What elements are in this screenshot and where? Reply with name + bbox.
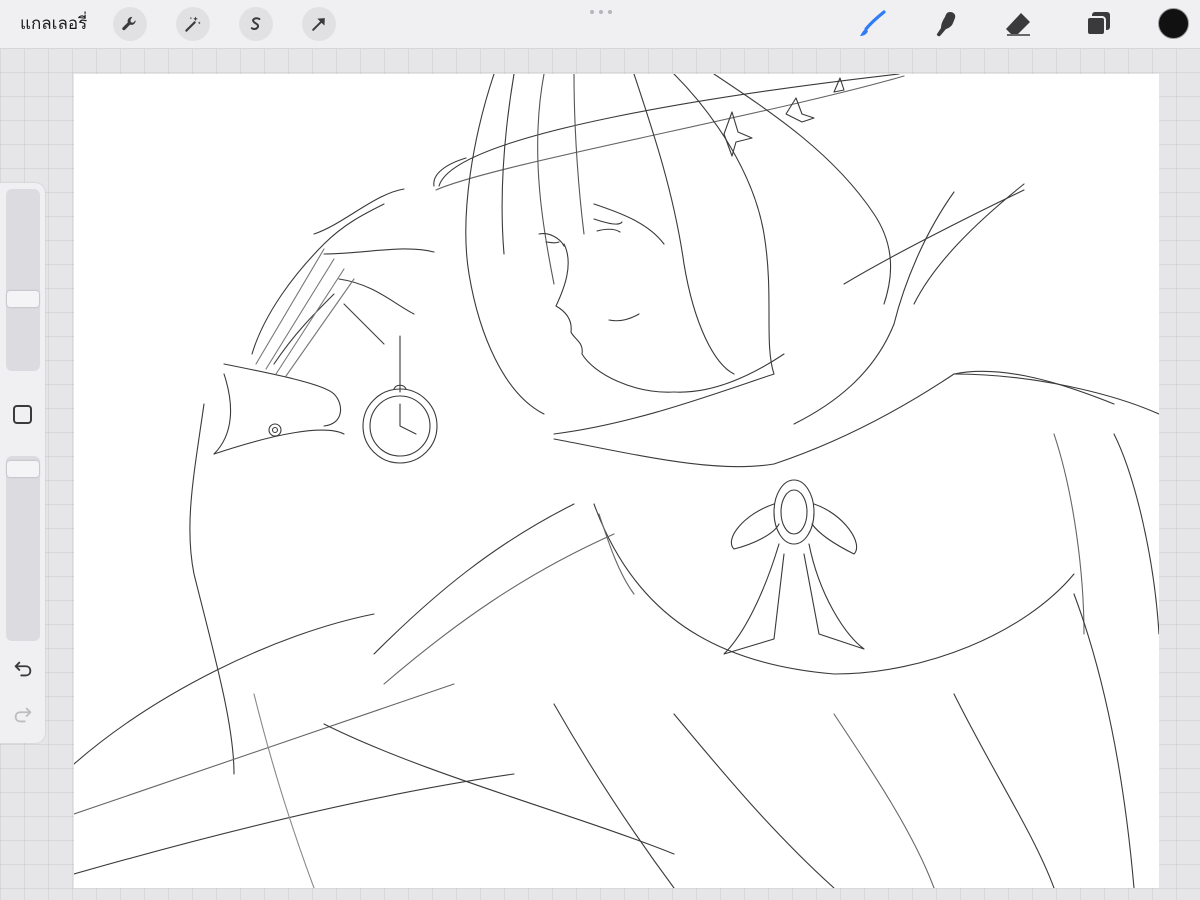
- gallery-link[interactable]: แกลเลอรี่: [20, 10, 87, 38]
- brush-icon: [860, 10, 886, 36]
- transform-button[interactable]: [302, 7, 336, 41]
- opacity-slider[interactable]: [6, 456, 40, 641]
- layers-tool-button[interactable]: [1080, 6, 1116, 42]
- selection-button[interactable]: [239, 7, 273, 41]
- magic-wand-icon: [185, 16, 201, 32]
- color-swatch[interactable]: [1158, 8, 1189, 39]
- arrow-cursor-icon: [312, 18, 325, 31]
- toolbar-grabber[interactable]: [590, 10, 612, 14]
- brush-size-slider[interactable]: [6, 189, 40, 371]
- redo-icon: [14, 707, 32, 723]
- layers-icon: [1086, 12, 1110, 36]
- actions-button[interactable]: [113, 7, 147, 41]
- top-toolbar: แกลเลอรี่: [0, 0, 1200, 49]
- redo-button[interactable]: [10, 702, 36, 728]
- eraser-tool-button[interactable]: [1000, 6, 1036, 42]
- smudge-tool-button[interactable]: [928, 6, 964, 42]
- eraser-icon: [1006, 13, 1030, 36]
- adjustments-button[interactable]: [176, 7, 210, 41]
- opacity-thumb[interactable]: [7, 461, 39, 477]
- brush-size-thumb[interactable]: [7, 291, 39, 307]
- modify-button[interactable]: [13, 405, 32, 424]
- drawing-canvas[interactable]: [74, 74, 1159, 888]
- wrench-icon: [122, 16, 136, 31]
- selection-s-icon: [250, 17, 261, 30]
- left-sidebar: [0, 183, 45, 743]
- undo-button[interactable]: [10, 656, 36, 682]
- undo-icon: [14, 661, 32, 677]
- smudge-finger-icon: [936, 12, 956, 37]
- brush-tool-button[interactable]: [854, 6, 890, 42]
- sketch-artwork: [74, 74, 1159, 888]
